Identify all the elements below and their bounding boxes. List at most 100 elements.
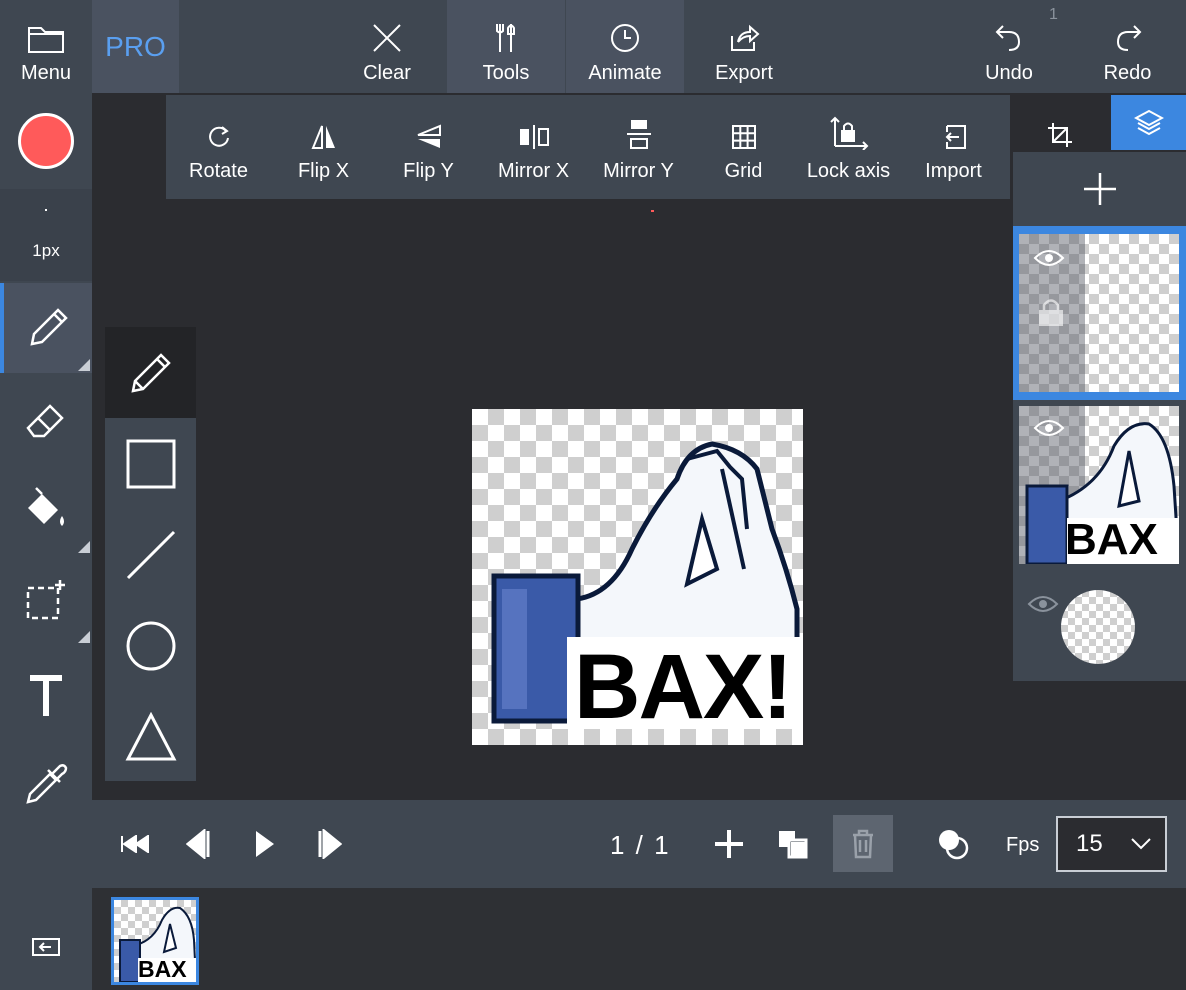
line-shape-button[interactable] xyxy=(105,509,196,600)
share-icon xyxy=(731,24,760,51)
grid-icon xyxy=(731,125,756,149)
rotate-icon xyxy=(208,126,229,147)
previous-frame-button[interactable] xyxy=(174,820,224,868)
frame-preview: BAX xyxy=(114,900,196,982)
plus-icon xyxy=(1083,173,1116,205)
export-button[interactable]: Export xyxy=(685,0,803,93)
tools-label: Tools xyxy=(482,62,530,84)
rotate-button[interactable]: Rotate xyxy=(166,95,271,199)
cursor-marker xyxy=(651,210,654,212)
import-button[interactable]: Import xyxy=(901,95,1006,199)
lock-axis-button[interactable]: Lock axis xyxy=(796,95,901,199)
layers-panel: BAX xyxy=(1013,152,1186,681)
menu-button[interactable]: Menu xyxy=(0,0,92,93)
layer-item[interactable]: BAX xyxy=(1013,400,1186,570)
redo-label: Redo xyxy=(1103,62,1152,84)
eye-icon[interactable] xyxy=(1027,594,1059,614)
trash-icon xyxy=(853,829,873,858)
eyedropper-tool-button[interactable] xyxy=(0,739,92,829)
background-layer-item[interactable] xyxy=(1013,570,1186,681)
mirror-vertical-icon xyxy=(626,120,651,149)
pro-label: PRO xyxy=(105,30,166,62)
color-picker-button[interactable] xyxy=(0,93,92,189)
redo-button[interactable]: Redo xyxy=(1069,0,1186,93)
pencil-tool-button[interactable] xyxy=(0,283,92,373)
mirror-y-button[interactable]: Mirror Y xyxy=(586,95,691,199)
clock-icon xyxy=(611,24,639,52)
circle-shape-button[interactable] xyxy=(105,600,196,691)
lock-axis-label: Lock axis xyxy=(806,160,891,182)
undo-icon xyxy=(995,25,1021,51)
grid-button[interactable]: Grid xyxy=(691,95,796,199)
text-tool-button[interactable] xyxy=(0,651,92,741)
plus-icon xyxy=(715,830,743,858)
lock-icon[interactable] xyxy=(1037,296,1065,328)
selection-tool-button[interactable] xyxy=(0,555,92,645)
brush-size-dot xyxy=(45,209,47,211)
delete-frame-button[interactable] xyxy=(833,815,893,872)
canvas-text: BAX! xyxy=(574,636,793,738)
add-layer-button[interactable] xyxy=(1013,152,1186,226)
flip-x-label: Flip X xyxy=(297,160,350,182)
flip-y-button[interactable]: Flip Y xyxy=(376,95,481,199)
step-back-icon xyxy=(186,829,210,859)
pro-button[interactable]: PRO xyxy=(92,0,179,93)
add-frame-button[interactable] xyxy=(704,820,754,868)
line-icon xyxy=(126,530,175,579)
crop-icon xyxy=(1048,123,1072,147)
eye-icon[interactable] xyxy=(1033,248,1065,268)
flip-x-button[interactable]: Flip X xyxy=(271,95,376,199)
clear-label: Clear xyxy=(363,62,411,84)
drawing-canvas[interactable]: BAX! xyxy=(472,409,803,745)
menu-label: Menu xyxy=(20,62,72,84)
flip-y-label: Flip Y xyxy=(403,160,454,182)
undo-count: 1 xyxy=(1049,6,1058,23)
pencil-icon xyxy=(130,352,171,393)
onion-skin-button[interactable] xyxy=(928,820,978,868)
tools-button[interactable]: Tools xyxy=(447,0,565,93)
skip-back-icon xyxy=(121,835,149,853)
play-button[interactable] xyxy=(240,820,290,868)
chevron-down-icon xyxy=(1131,838,1151,850)
brush-size-label: 1px xyxy=(32,241,60,260)
text-icon xyxy=(30,675,62,716)
pencil-icon xyxy=(30,308,68,346)
close-icon xyxy=(373,24,401,52)
shape-tools-flyout xyxy=(105,327,196,781)
collapse-panel-button[interactable] xyxy=(0,911,92,983)
first-frame-button[interactable] xyxy=(110,824,160,864)
undo-label: Undo xyxy=(985,62,1033,84)
export-label: Export xyxy=(715,62,773,84)
duplicate-frame-button[interactable] xyxy=(768,820,818,868)
circle-icon xyxy=(126,621,175,670)
next-frame-button[interactable] xyxy=(304,820,354,868)
layers-toggle-button[interactable] xyxy=(1111,95,1186,150)
animate-button[interactable]: Animate xyxy=(566,0,684,93)
layers-icon xyxy=(1133,109,1164,135)
expand-indicator xyxy=(78,631,90,643)
eye-icon[interactable] xyxy=(1033,418,1065,438)
expand-indicator xyxy=(78,541,90,553)
flip-horizontal-icon xyxy=(311,125,335,149)
lock-axis-icon xyxy=(829,116,868,150)
tools-submenu: Rotate Flip X Flip Y Mirror X Mirror Y G… xyxy=(166,95,1010,199)
crop-button[interactable] xyxy=(1030,118,1090,152)
selection-icon xyxy=(26,580,65,620)
fps-label: Fps xyxy=(1006,834,1040,856)
background-color-swatch xyxy=(1061,590,1135,664)
fps-select[interactable]: 15 xyxy=(1056,816,1167,872)
duplicate-icon xyxy=(779,831,808,859)
brush-size-button[interactable]: 1px xyxy=(0,189,92,281)
rectangle-shape-button[interactable] xyxy=(105,418,196,509)
fill-tool-button[interactable] xyxy=(0,465,92,555)
rotate-label: Rotate xyxy=(189,160,248,182)
tools-icon xyxy=(496,24,515,52)
eraser-tool-button[interactable] xyxy=(0,375,92,465)
frame-thumbnail[interactable]: BAX xyxy=(111,897,199,985)
pencil-shape-button[interactable] xyxy=(105,327,196,418)
triangle-shape-button[interactable] xyxy=(105,691,196,782)
mirror-x-button[interactable]: Mirror X xyxy=(481,95,586,199)
clear-button[interactable]: Clear xyxy=(328,0,446,93)
layer-item-selected[interactable] xyxy=(1013,226,1186,400)
brush-color-swatch xyxy=(18,113,74,169)
